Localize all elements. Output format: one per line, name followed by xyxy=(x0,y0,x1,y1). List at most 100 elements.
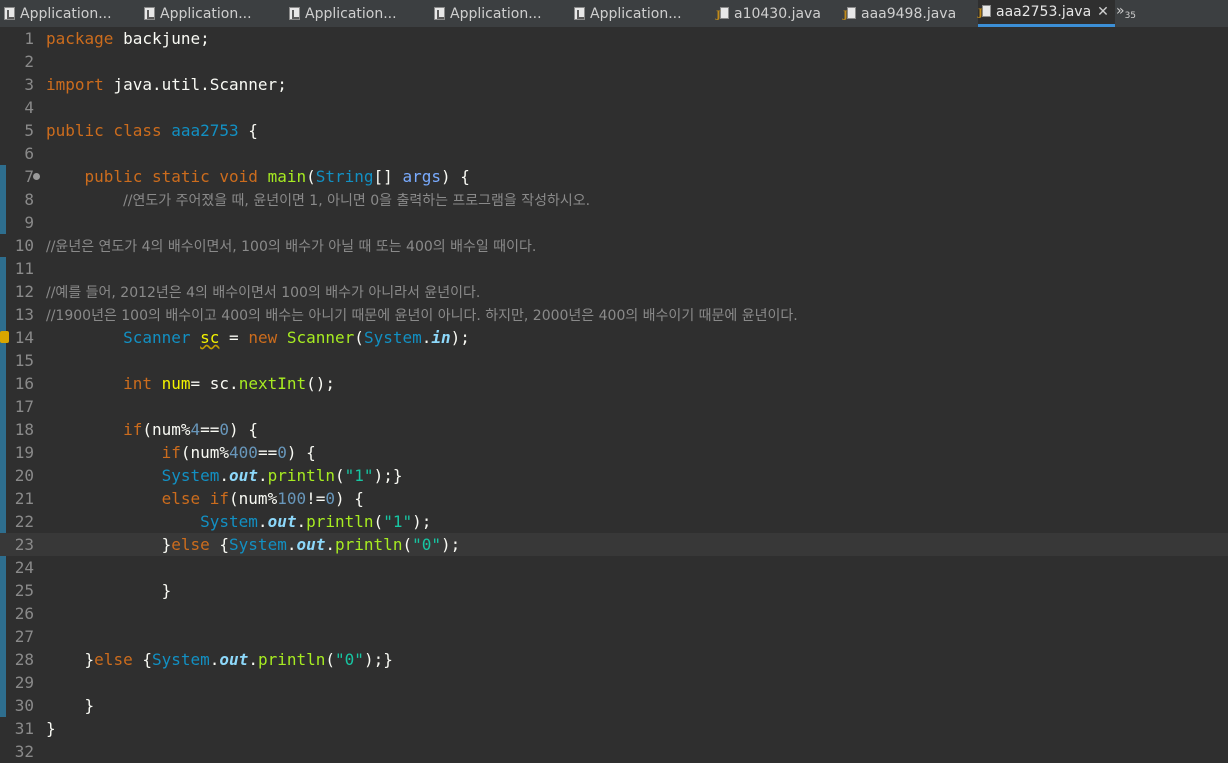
code-token: . xyxy=(325,535,336,554)
line-number: 24 xyxy=(14,558,34,577)
code-token: 0 xyxy=(219,420,230,439)
code-line[interactable]: 5 public class aaa2753 { xyxy=(0,119,1228,142)
code-token: ( xyxy=(325,650,336,669)
fold-toggle-icon[interactable] xyxy=(33,173,40,180)
code-line[interactable]: 2 xyxy=(0,50,1228,73)
code-token: //윤년은 연도가 4의 배수이면서, 100의 배수가 아닐 때 또는 400… xyxy=(46,239,537,255)
code-line[interactable]: 8 //연도가 주어졌을 때, 윤년이면 1, 아니면 0을 출력하는 프로그램… xyxy=(0,188,1228,211)
editor-tab-label: Application... xyxy=(450,5,542,22)
code-line[interactable]: 14 Scanner sc = new Scanner(System.in); xyxy=(0,326,1228,349)
code-editor[interactable]: 1 package backjune; 2 3 import java.util.Sca… xyxy=(0,27,1228,763)
code-token: args xyxy=(402,167,441,186)
code-text: int num= sc.nextInt(); xyxy=(46,372,335,395)
line-number: 15 xyxy=(14,351,34,370)
warning-marker-icon[interactable] xyxy=(0,331,9,343)
line-number: 21 xyxy=(14,489,34,508)
code-line[interactable]: 7 public static void main(String[] args)… xyxy=(0,165,1228,188)
code-line[interactable]: 21 else if(num%100!=0) { xyxy=(0,487,1228,510)
code-token: 4 xyxy=(190,420,201,439)
code-line[interactable]: 32 xyxy=(0,740,1228,763)
editor-tab[interactable]: Application... xyxy=(144,0,258,27)
code-line[interactable]: 18 if(num%4==0) { xyxy=(0,418,1228,441)
overflow-count: 35 xyxy=(1124,11,1137,21)
code-line[interactable]: 4 xyxy=(0,96,1228,119)
code-line[interactable]: 20 System.out.println("1");} xyxy=(0,464,1228,487)
code-token: num xyxy=(161,374,191,393)
code-token: . xyxy=(296,512,307,531)
code-token: . xyxy=(219,466,230,485)
editor-tab[interactable]: Application... xyxy=(4,0,118,27)
code-token: aaa2753 xyxy=(171,121,239,140)
line-number: 18 xyxy=(14,420,34,439)
code-line[interactable]: 13 //1900년은 100의 배수이고 400의 배수는 아니기 때문에 윤년… xyxy=(0,303,1228,326)
editor-tab-label: Application... xyxy=(20,5,112,22)
class-file-icon xyxy=(4,7,15,20)
line-number: 22 xyxy=(14,512,34,531)
code-line[interactable]: 30 } xyxy=(0,694,1228,717)
code-token: if xyxy=(161,443,181,462)
class-file-icon xyxy=(144,7,155,20)
code-token: [] xyxy=(373,167,403,186)
code-line[interactable]: 23 }else {System.out.println("0"); xyxy=(0,533,1228,556)
editor-tab[interactable]: Application... xyxy=(434,0,548,27)
line-number: 17 xyxy=(14,397,34,416)
editor-tab-label: Application... xyxy=(160,5,252,22)
code-text: //윤년은 연도가 4의 배수이면서, 100의 배수가 아닐 때 또는 400… xyxy=(46,234,536,259)
code-token: nextInt xyxy=(238,374,307,393)
code-line[interactable]: 27 xyxy=(0,625,1228,648)
line-number: 20 xyxy=(14,466,34,485)
code-line[interactable]: 10 //윤년은 연도가 4의 배수이면서, 100의 배수가 아닐 때 또는 4… xyxy=(0,234,1228,257)
code-line[interactable]: 28 }else {System.out.println("0");} xyxy=(0,648,1228,671)
code-text: package backjune; xyxy=(46,27,210,50)
editor-tab[interactable]: Jaaa9498.java xyxy=(843,0,962,27)
code-token: public class xyxy=(46,121,162,140)
code-token: 100 xyxy=(277,489,307,508)
code-line[interactable]: 12 //예를 들어, 2012년은 4의 배수이면서 100의 배수가 아니라서… xyxy=(0,280,1228,303)
code-line[interactable]: 31} xyxy=(0,717,1228,740)
code-token: . xyxy=(248,650,258,669)
code-token: (); xyxy=(306,374,336,393)
code-line[interactable]: 6 xyxy=(0,142,1228,165)
code-line[interactable]: 3 import java.util.Scanner; xyxy=(0,73,1228,96)
code-token: = sc. xyxy=(190,374,239,393)
code-token: = xyxy=(219,328,249,347)
code-line[interactable]: 25 } xyxy=(0,579,1228,602)
code-token: sc xyxy=(200,328,220,347)
code-line[interactable]: 17 xyxy=(0,395,1228,418)
code-line[interactable]: 1 package backjune; xyxy=(0,27,1228,50)
line-number: 11 xyxy=(14,259,34,278)
code-line[interactable]: 29 xyxy=(0,671,1228,694)
code-token: . xyxy=(209,650,220,669)
code-line[interactable]: 11 xyxy=(0,257,1228,280)
code-token: ); xyxy=(412,512,432,531)
editor-tab[interactable]: Ja10430.java xyxy=(716,0,827,27)
line-number: 30 xyxy=(14,696,34,715)
code-token: ) { xyxy=(335,489,364,508)
code-text: }else {System.out.println("0"); xyxy=(46,533,461,556)
editor-tab-label: Application... xyxy=(590,5,682,22)
code-line[interactable]: 26 xyxy=(0,602,1228,625)
editor-tab[interactable]: Application... xyxy=(574,0,688,27)
editor-tab[interactable]: Jaaa2753.java ✕ xyxy=(978,0,1115,27)
line-number: 1 xyxy=(24,29,34,48)
tab-overflow-button[interactable]: »35 xyxy=(1116,3,1136,21)
code-line[interactable]: 9 xyxy=(0,211,1228,234)
code-line[interactable]: 16 int num= sc.nextInt(); xyxy=(0,372,1228,395)
code-token: } xyxy=(46,535,172,554)
editor-tab[interactable]: Application... xyxy=(289,0,403,27)
code-token: System xyxy=(229,535,287,554)
java-file-icon: J xyxy=(978,5,991,19)
code-line[interactable]: 19 if(num%400==0) { xyxy=(0,441,1228,464)
line-number: 31 xyxy=(14,719,34,738)
close-tab-icon[interactable]: ✕ xyxy=(1097,4,1109,20)
editor-tab-label: aaa9498.java xyxy=(861,5,957,22)
code-line[interactable]: 22 System.out.println("1"); xyxy=(0,510,1228,533)
code-text: System.out.println("1"); xyxy=(46,510,431,533)
code-line[interactable]: 15 xyxy=(0,349,1228,372)
line-number: 2 xyxy=(24,52,34,71)
code-line[interactable]: 24 xyxy=(0,556,1228,579)
code-token: { xyxy=(209,535,230,554)
